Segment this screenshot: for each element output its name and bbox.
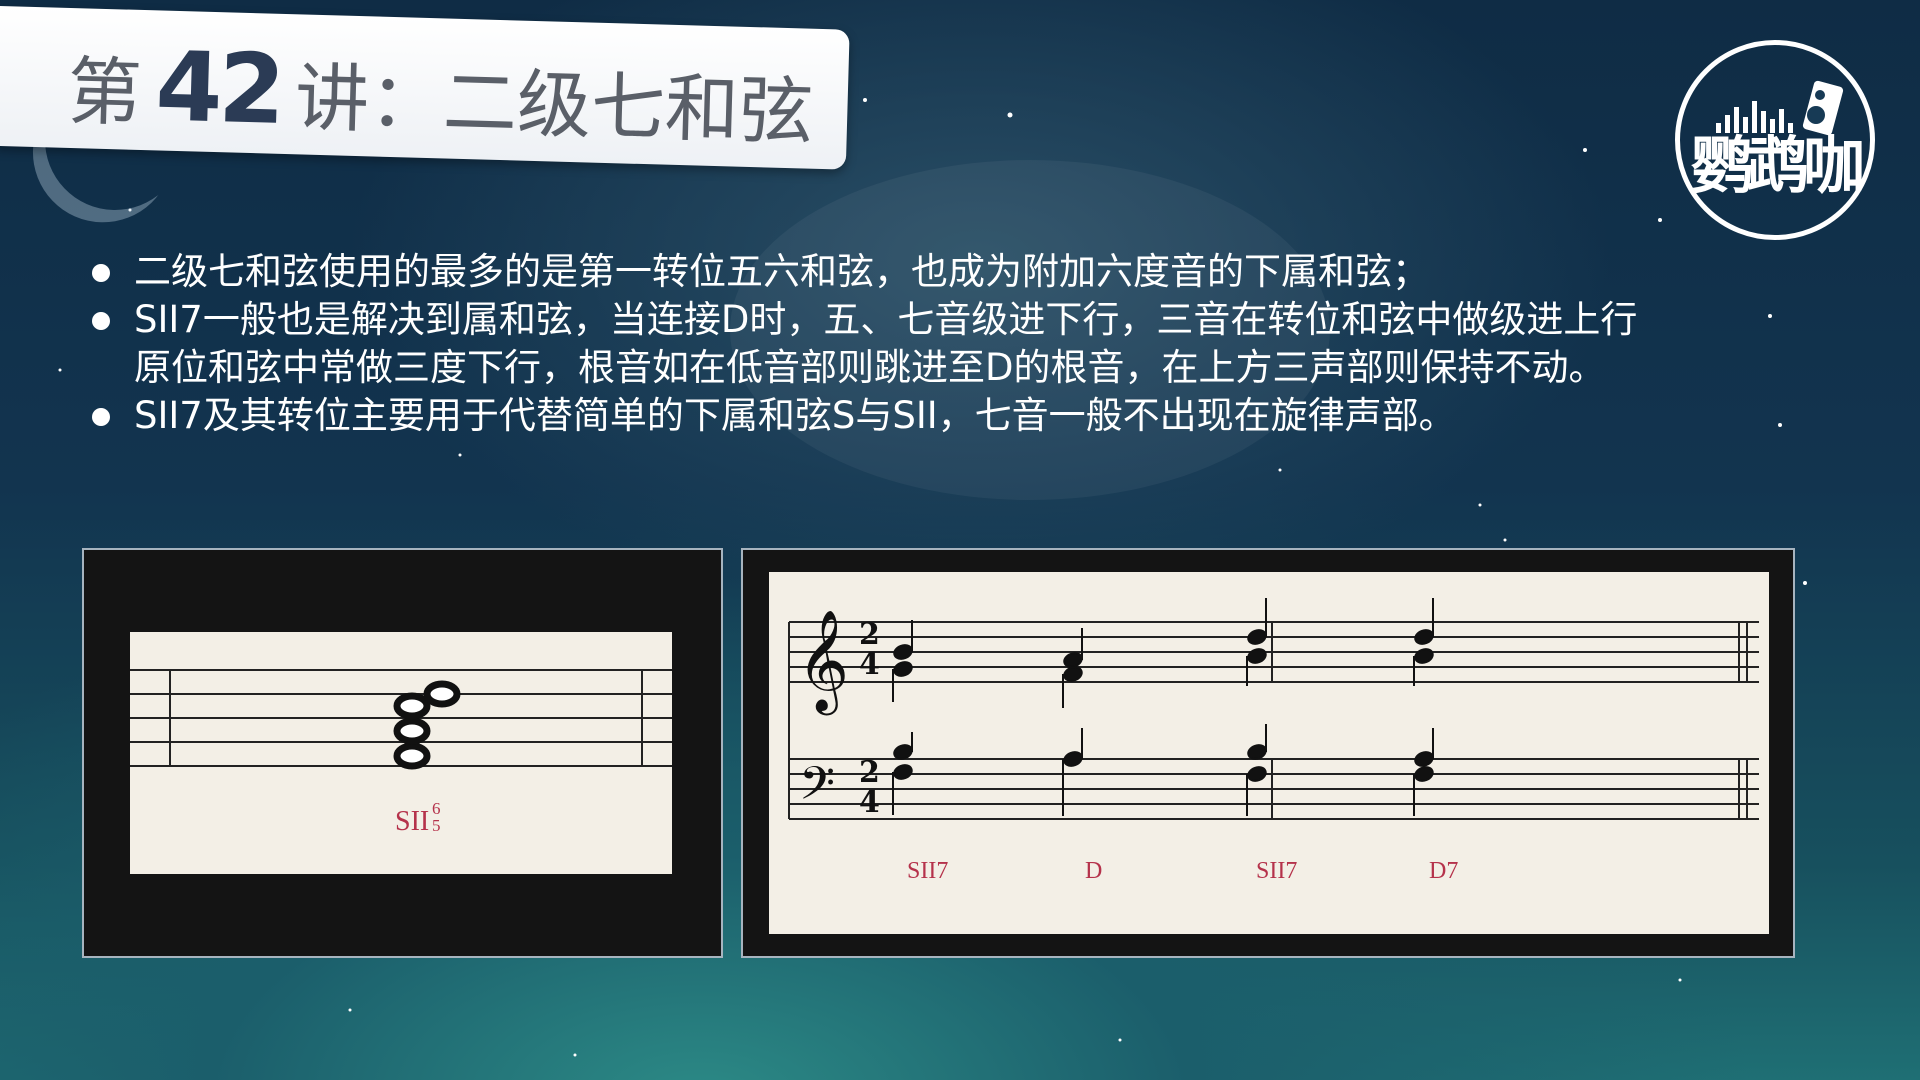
bullet-item: SII7及其转位主要用于代替简单的下属和弦S与SII，七音一般不出现在旋律声部。 (90, 392, 1790, 440)
lecture-number: 42 (154, 30, 283, 146)
chord-label: D7 (1429, 858, 1458, 884)
bullet-line: SII7一般也是解决到属和弦，当连接D时，五、七音级进下行，三音在转位和弦中做级… (134, 298, 1638, 341)
bass-clef-icon: 𝄢 (799, 757, 835, 822)
time-sig-bottom: 4 (859, 647, 880, 682)
bullet-item: 二级七和弦使用的最多的是第一转位五六和弦，也成为附加六度音的下属和弦； (90, 248, 1790, 296)
title-suffix: 讲：二级七和弦 (293, 55, 815, 156)
time-sig-bottom: 4 (859, 785, 880, 820)
bullet-line: 原位和弦中常做三度下行，根音如在低音部则跳进至D的根音，在上方三声部则保持不动。 (134, 346, 1606, 389)
title-prefix: 第 (66, 48, 143, 137)
grand-staff: 𝄞 𝄢 2 4 2 4 SII7 D SII7 D7 (788, 598, 1759, 884)
chord-label: SII7 (907, 858, 948, 884)
score-paper: 𝄞 𝄢 2 4 2 4 SII7 D SII7 D7 (769, 572, 1769, 934)
logo: 鹦鹉咖 (1675, 40, 1875, 240)
score-paper: SII 6 5 (130, 632, 672, 874)
chord-example-panel: SII 6 5 (82, 548, 723, 958)
treble-clef-icon: 𝄞 (797, 608, 849, 716)
whole-note-chord (393, 680, 461, 770)
chord-label: D (1085, 858, 1102, 884)
noteheads (892, 598, 1434, 816)
title-card: 第 42 讲：二级七和弦 (0, 6, 850, 170)
bullet-line: SII7及其转位主要用于代替简单的下属和弦S与SII，七音一般不出现在旋律声部。 (134, 394, 1456, 437)
progression-panel: 𝄞 𝄢 2 4 2 4 SII7 D SII7 D7 (741, 548, 1795, 958)
figure-bottom: 5 (432, 816, 441, 835)
bullet-list: 二级七和弦使用的最多的是第一转位五六和弦，也成为附加六度音的下属和弦； SII7… (90, 248, 1790, 440)
chord-label: SII (395, 806, 429, 837)
staff-single: SII 6 5 (130, 669, 672, 837)
chord-label: SII7 (1256, 858, 1297, 884)
bullet-line: 二级七和弦使用的最多的是第一转位五六和弦，也成为附加六度音的下属和弦； (134, 250, 1429, 293)
speaker-icon (1716, 80, 1844, 136)
page-title: 第 42 讲：二级七和弦 (66, 28, 814, 161)
bullet-item: SII7一般也是解决到属和弦，当连接D时，五、七音级进下行，三音在转位和弦中做级… (90, 296, 1790, 392)
